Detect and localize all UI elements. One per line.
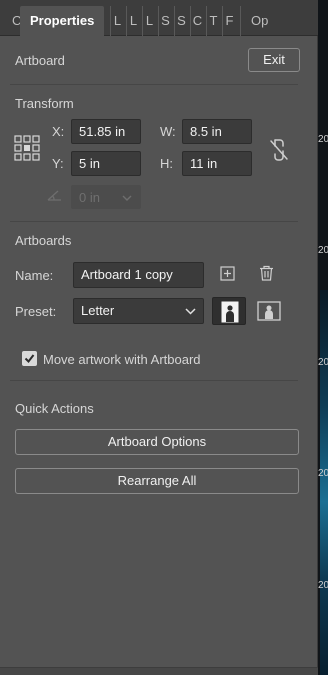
ruler-number: 20 [318,134,328,145]
w-label: W: [160,124,176,139]
preset-select[interactable]: Letter [73,298,204,324]
ruler-number: 20 [318,468,328,479]
checkmark-icon [24,354,35,364]
y-field[interactable]: 5 in [71,151,141,176]
tab-collapsed-last[interactable]: Op [240,6,268,36]
canvas-area[interactable] [318,0,328,675]
exit-button[interactable]: Exit [248,48,300,72]
artboards-title: Artboards [15,233,72,248]
angle-value: 0 in [79,190,100,205]
rearrange-all-button[interactable]: Rearrange All [15,468,299,494]
artboard-options-button[interactable]: Artboard Options [15,429,299,455]
ruler-number: 20 [318,245,328,256]
constrain-proportions-icon[interactable] [268,137,290,163]
tab-collapsed[interactable]: L [142,6,156,36]
new-artboard-icon[interactable] [220,266,235,281]
preset-label: Preset: [15,304,57,319]
divider [10,84,298,85]
quick-actions-title: Quick Actions [15,401,94,416]
chevron-down-icon [122,195,132,201]
x-label: X: [52,124,65,139]
landscape-orientation-button[interactable] [253,297,285,325]
preset-value: Letter [81,303,115,318]
tab-collapsed[interactable]: L [110,6,124,36]
ruler-number: 20 [318,357,328,368]
divider [10,221,298,222]
angle-field: 0 in [71,185,141,209]
portrait-orientation-button[interactable] [212,297,246,325]
tab-collapsed[interactable]: C [190,6,204,36]
canvas-artwork [320,290,328,675]
panel-bottom-bar [0,667,318,675]
x-field[interactable]: 51.85 in [71,119,141,144]
divider [10,380,298,381]
transform-title: Transform [15,96,74,111]
portrait-icon [221,301,239,323]
angle-icon [47,190,61,201]
width-field[interactable]: 8.5 in [182,119,252,144]
y-label: Y: [52,156,64,171]
tab-collapsed[interactable]: T [206,6,220,36]
chevron-down-icon [185,308,196,315]
properties-panel: C Properties L L L S S C T F Op Artboard… [0,0,318,675]
name-label: Name: [15,268,54,283]
artboard-name-field[interactable]: Artboard 1 copy [73,262,204,288]
h-label: H: [160,156,173,171]
panel-heading: Artboard [15,53,65,68]
landscape-icon [257,301,281,321]
panel-tab-bar: C Properties L L L S S C T F Op [0,0,318,36]
tab-collapsed[interactable]: L [126,6,140,36]
delete-artboard-icon[interactable] [259,265,274,281]
move-artwork-label[interactable]: Move artwork with Artboard [43,352,201,367]
reference-point-icon[interactable] [14,135,40,161]
tab-collapsed-first[interactable]: C [12,6,20,36]
tab-properties[interactable]: Properties [20,6,105,36]
ruler-number: 20 [318,580,328,591]
tab-collapsed[interactable]: S [158,6,172,36]
tab-collapsed[interactable]: S [174,6,188,36]
height-field[interactable]: 11 in [182,151,252,176]
move-artwork-checkbox[interactable] [22,351,37,366]
tab-collapsed[interactable]: F [222,6,236,36]
